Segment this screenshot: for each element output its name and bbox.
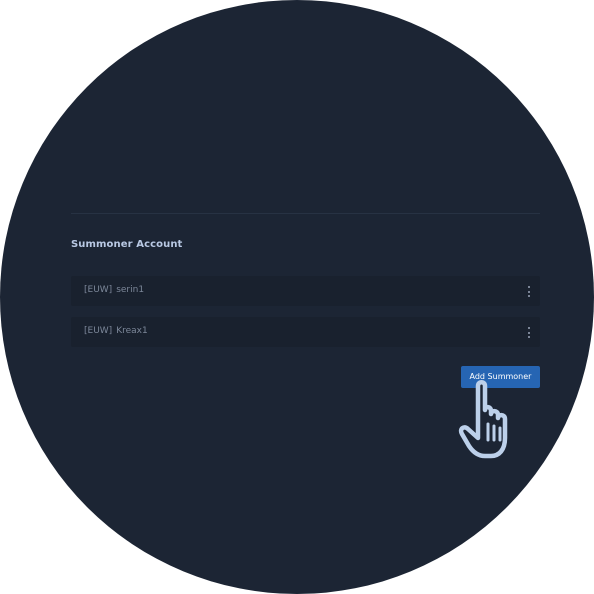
account-row[interactable]: [EUW] serin1 [71, 276, 540, 306]
divider [71, 213, 540, 214]
account-label: [EUW] serin1 [84, 285, 144, 295]
account-name: Kreax1 [116, 326, 148, 336]
account-region: [EUW] [84, 326, 113, 336]
stage: Summoner Account [EUW] serin1 [EUW] Kreax1… [0, 0, 594, 594]
kebab-menu-icon[interactable] [527, 327, 531, 338]
kebab-menu-icon[interactable] [527, 286, 531, 297]
account-row[interactable]: [EUW] Kreax1 [71, 317, 540, 347]
account-label: [EUW] Kreax1 [84, 326, 148, 336]
section-title: Summoner Account [71, 239, 183, 250]
account-region: [EUW] [84, 285, 113, 295]
account-name: serin1 [116, 285, 145, 295]
pointing-hand-cursor-icon [458, 380, 508, 459]
zoom-lens: Summoner Account [EUW] serin1 [EUW] Kreax1… [0, 0, 594, 594]
